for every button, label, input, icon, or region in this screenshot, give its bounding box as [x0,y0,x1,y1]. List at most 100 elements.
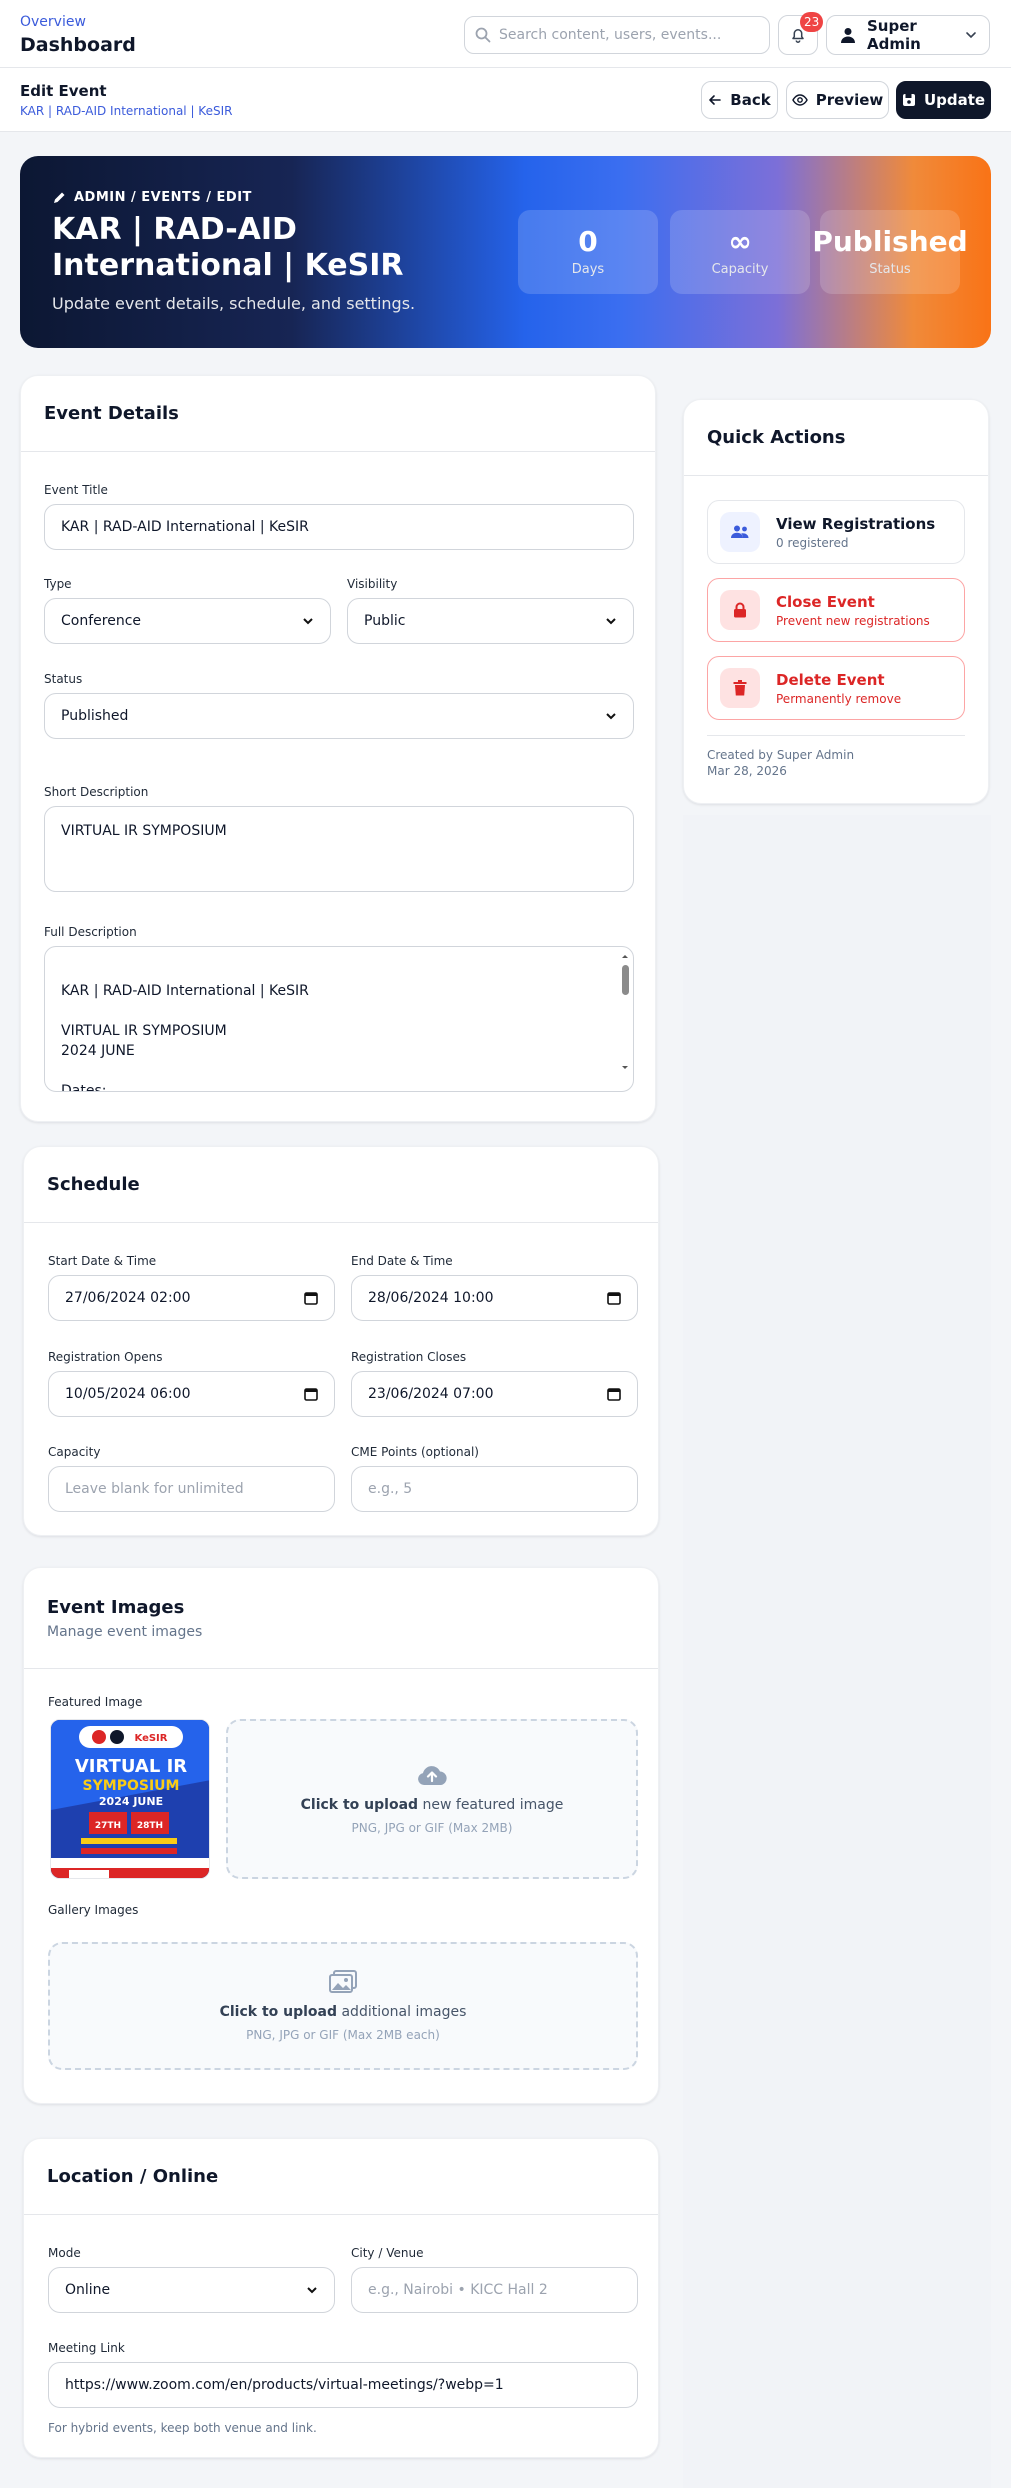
featured-upload-link[interactable]: Click to upload [301,1797,418,1813]
stat-status-label: Status [869,261,911,277]
pencil-icon [54,192,65,203]
end-date-value: 28/06/2024 10:00 [368,1290,494,1306]
visibility-label: Visibility [347,577,398,591]
featured-upload-hint: PNG, JPG or GIF (Max 2MB) [351,1821,513,1835]
stat-days-label: Days [571,261,605,277]
edit-header-subtitle: KAR | RAD-AID International | KeSIR [20,104,233,118]
close-event-button[interactable]: Close Event Prevent new registrations [707,578,965,642]
visibility-select[interactable]: Public [347,598,634,644]
calendar-icon[interactable] [607,1387,621,1401]
registration-closes-input[interactable]: 23/06/2024 07:00 [351,1371,638,1417]
end-date-input[interactable]: 28/06/2024 10:00 [351,1275,638,1321]
view-registrations-title: View Registrations [776,514,936,533]
calendar-icon[interactable] [304,1291,318,1305]
gallery-images-label: Gallery Images [48,1903,139,1917]
event-details-title: Event Details [44,403,179,424]
created-by: Created by Super Admin [707,748,855,762]
short-description-textarea[interactable]: VIRTUAL IR SYMPOSIUM [44,806,634,892]
meeting-link-label: Meeting Link [48,2341,125,2355]
stat-capacity-label: Capacity [711,261,769,277]
update-button[interactable]: Update [896,81,991,119]
poster-day-1: 27TH [95,1821,121,1831]
event-title-input[interactable] [44,504,634,550]
arrow-left-icon [709,95,722,105]
update-button-label: Update [923,91,986,109]
view-registrations-button[interactable]: View Registrations 0 registered [707,500,965,564]
gallery-upload-rest: additional images [337,2004,467,2020]
meeting-link-input[interactable] [48,2362,638,2408]
status-select[interactable]: Published [44,693,634,739]
textarea-scrollbar[interactable] [619,951,631,1087]
start-date-input[interactable]: 27/06/2024 02:00 [48,1275,335,1321]
cme-points-label: CME Points (optional) [351,1445,479,1459]
location-title: Location / Online [47,2166,219,2187]
type-select[interactable]: Conference [44,598,331,644]
calendar-icon[interactable] [304,1387,318,1401]
registration-opens-label: Registration Opens [48,1350,163,1364]
preview-button[interactable]: Preview [786,81,889,119]
user-name: Super Admin [867,17,921,53]
breadcrumb-overview[interactable]: Overview [20,14,86,30]
event-images-subtitle: Manage event images [47,1623,203,1640]
delete-event-title: Delete Event [776,670,885,689]
capacity-label: Capacity [48,1445,101,1459]
stat-status: Published Status [812,210,968,294]
short-description-label: Short Description [44,785,149,799]
page-title: Dashboard [20,34,136,56]
stat-days: 0 Days [518,210,658,294]
quick-actions-header: Quick Actions [684,400,988,476]
start-date-value: 27/06/2024 02:00 [65,1290,191,1306]
quick-actions-card: Quick Actions View Registrations 0 regis… [683,399,989,804]
search-box[interactable] [464,16,770,54]
event-details-card: Event Details Event Title Type Conferenc… [20,375,656,1122]
mode-select[interactable]: Online [48,2267,335,2313]
featured-image-label: Featured Image [48,1695,143,1709]
gallery-upload-link[interactable]: Click to upload [220,2004,337,2020]
user-icon [841,28,855,43]
calendar-icon[interactable] [607,1291,621,1305]
poster-line-1: VIRTUAL IR [75,1756,187,1777]
chevron-down-icon [307,2287,317,2294]
visibility-select-value: Public [364,613,406,629]
view-registrations-subtitle: 0 registered [776,535,849,550]
edit-header-title: Edit Event [20,82,107,100]
status-label: Status [44,672,83,686]
city-venue-label: City / Venue [351,2246,424,2260]
created-date: Mar 28, 2026 [707,764,787,778]
scrollbar-thumb[interactable] [622,965,629,995]
chevron-down-icon [606,618,616,625]
gallery-upload-hint: PNG, JPG or GIF (Max 2MB each) [246,2028,440,2042]
scroll-down-icon[interactable] [619,1063,631,1073]
event-images-header: Event Images Manage event images [24,1568,658,1669]
poster-artwork: KeSIR VIRTUAL IR SYMPOSIUM 2024 JUNE 27T… [51,1720,209,1878]
type-label: Type [44,577,72,591]
users-icon [720,512,760,552]
schedule-title: Schedule [47,1174,140,1195]
city-venue-input[interactable] [351,2267,638,2313]
user-menu-button[interactable]: Super Admin [826,15,990,55]
featured-image-dropzone[interactable]: Click to upload new featured image PNG, … [226,1719,638,1879]
location-hint: For hybrid events, keep both venue and l… [48,2421,317,2435]
poster-line-2: SYMPOSIUM [83,1778,180,1794]
delete-event-button[interactable]: Delete Event Permanently remove [707,656,965,720]
stat-status-value: Published [812,225,968,259]
search-input[interactable] [499,27,759,43]
trash-icon [720,668,760,708]
delete-event-subtitle: Permanently remove [776,691,902,706]
location-card: Location / Online Mode Online City / Ven… [23,2138,659,2458]
schedule-header: Schedule [24,1147,658,1223]
top-bar: Overview Dashboard 23 Super Admin [0,0,1011,68]
cme-points-input[interactable] [351,1466,638,1512]
back-button[interactable]: Back [701,81,778,119]
poster-brand: KeSIR [135,1733,168,1744]
save-icon [902,94,915,106]
gallery-dropzone[interactable]: Click to upload additional images PNG, J… [48,1942,638,2070]
full-description-textarea[interactable]: KAR | RAD-AID International | KeSIR VIRT… [44,946,634,1092]
scroll-up-icon[interactable] [619,951,631,961]
capacity-input[interactable] [48,1466,335,1512]
search-icon [475,27,491,43]
hero-breadcrumb: ADMIN / EVENTS / EDIT [52,190,252,205]
registration-opens-input[interactable]: 10/05/2024 06:00 [48,1371,335,1417]
featured-image-thumbnail[interactable]: KeSIR VIRTUAL IR SYMPOSIUM 2024 JUNE 27T… [50,1719,210,1879]
lock-icon [720,590,760,630]
